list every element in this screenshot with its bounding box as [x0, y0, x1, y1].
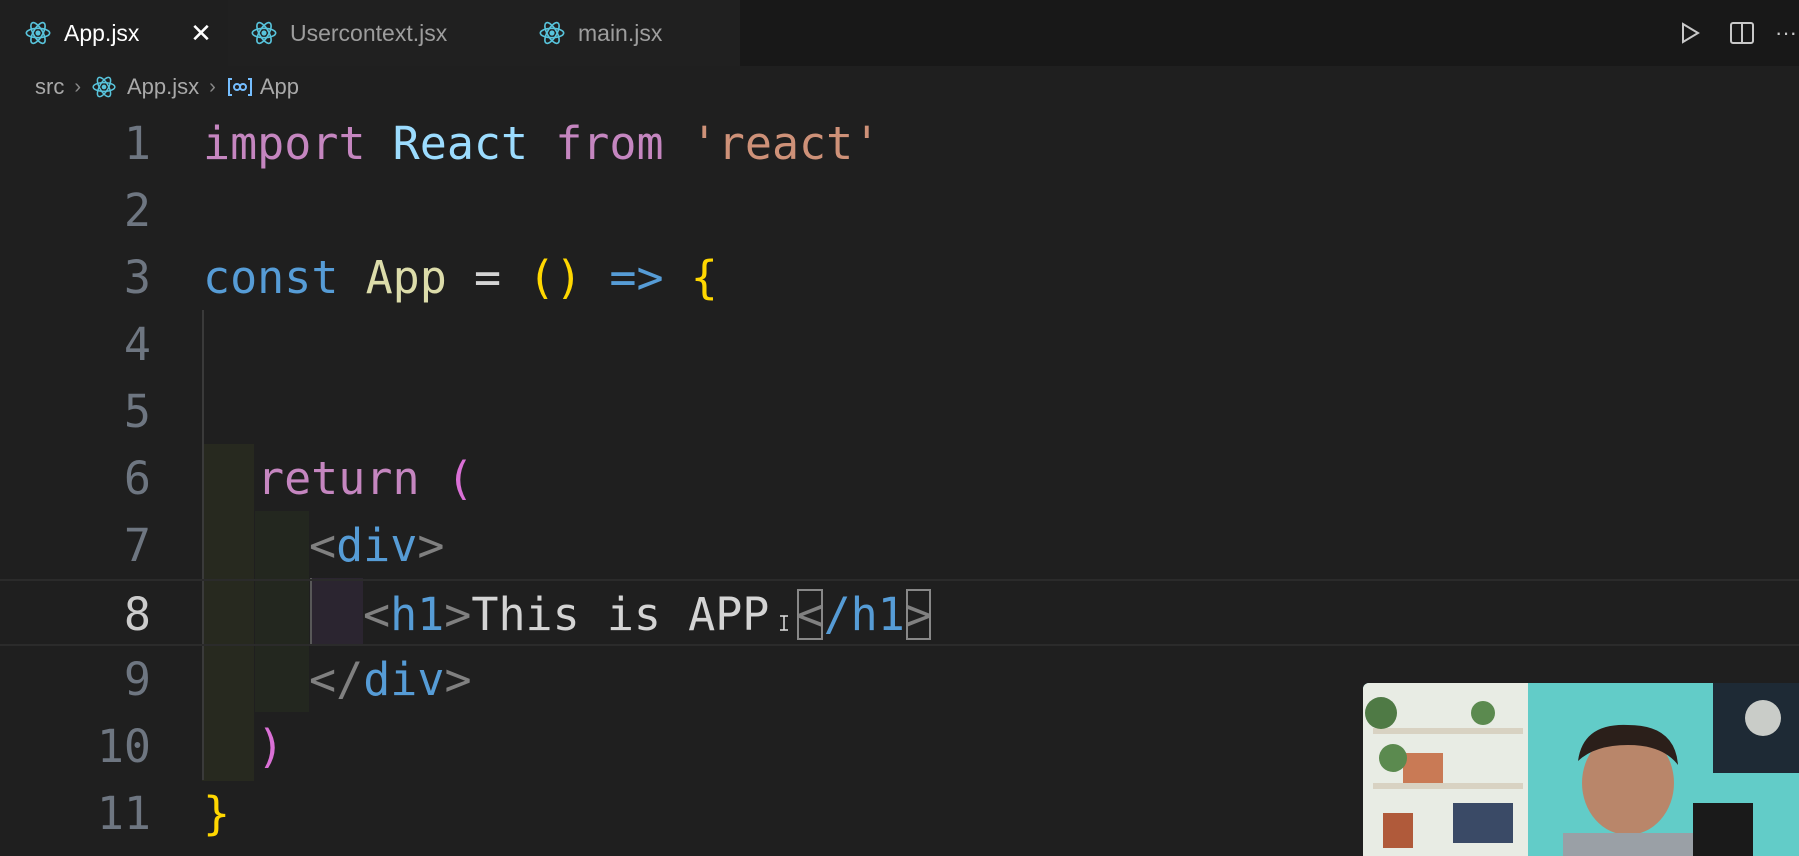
token-keyword: from — [555, 117, 664, 170]
code-content: <h1>This is APP </h1> — [363, 581, 932, 648]
code-content: ) — [257, 713, 284, 780]
code-content: return ( — [257, 445, 474, 512]
token-tag-name: div — [363, 653, 445, 706]
token-bracket: () — [528, 251, 583, 304]
token-identifier: React — [392, 117, 529, 170]
token-operator: = — [473, 251, 502, 304]
breadcrumb-file[interactable]: App.jsx — [127, 74, 199, 100]
code-line: 5 — [0, 378, 1799, 445]
token-tag-name: h1 — [390, 588, 445, 641]
tab-label: Usercontext.jsx — [290, 19, 448, 46]
react-icon — [251, 21, 277, 45]
line-number: 5 — [123, 385, 151, 438]
line-number: 3 — [123, 251, 151, 304]
code-line-current: 8 <h1>This is APP </h1> — [0, 579, 1799, 646]
code-content: const App = () => { — [203, 244, 718, 311]
token-tag-bracket-match: > — [904, 588, 932, 641]
token-tag-bracket: > — [417, 519, 445, 572]
chevron-right-icon: › — [209, 75, 216, 98]
code-content: } — [203, 780, 230, 847]
code-line: 3 const App = () => { — [0, 244, 1799, 311]
tab-label: main.jsx — [578, 19, 663, 46]
code-line: 7 <div> — [0, 512, 1799, 579]
code-content: import React from 'react' — [203, 110, 880, 177]
text-cursor-icon — [780, 615, 788, 631]
token-tag-bracket-match: < — [796, 588, 824, 641]
code-content: <div> — [309, 512, 444, 579]
token-bracket: { — [690, 251, 718, 304]
breadcrumb: src › App.jsx › App — [35, 70, 299, 104]
token-keyword: import — [203, 117, 366, 170]
chevron-right-icon: › — [74, 75, 81, 98]
token-tag-bracket: > — [444, 588, 472, 641]
react-icon — [25, 21, 51, 45]
symbol-variable-icon — [227, 78, 252, 96]
tab-app-jsx[interactable]: App.jsx ✕ — [0, 0, 228, 66]
line-number: 9 — [123, 653, 151, 706]
line-number: 4 — [123, 318, 151, 371]
code-line: 1 import React from 'react' — [0, 110, 1799, 177]
token-tag-name: div — [336, 519, 418, 572]
token-keyword: const — [203, 251, 339, 304]
webcam-overlay — [1363, 683, 1799, 856]
line-number: 2 — [123, 184, 151, 237]
token-function: App — [365, 251, 447, 304]
react-icon — [539, 21, 565, 45]
line-number: 11 — [96, 787, 151, 840]
run-icon[interactable] — [1671, 14, 1709, 52]
token-bracket: } — [203, 787, 231, 840]
token-tag-bracket: < — [309, 519, 337, 572]
tab-label: App.jsx — [64, 19, 140, 46]
react-icon — [92, 76, 116, 98]
code-line: 6 return ( — [0, 445, 1799, 512]
line-number: 8 — [123, 588, 151, 641]
split-editor-icon[interactable] — [1723, 14, 1761, 52]
token-keyword: return — [257, 452, 420, 505]
breadcrumb-folder[interactable]: src — [35, 74, 64, 100]
close-icon[interactable]: ✕ — [188, 20, 214, 46]
tab-bar: App.jsx ✕ Usercontext.jsx main.jsx ··· — [0, 0, 1799, 66]
tab-main-jsx[interactable]: main.jsx — [518, 0, 740, 66]
line-number: 10 — [96, 720, 151, 773]
token-bracket: ( — [446, 452, 474, 505]
webcam-feed-image — [1363, 683, 1799, 856]
token-tag-bracket: < — [363, 588, 391, 641]
breadcrumb-symbol[interactable]: App — [260, 74, 299, 100]
line-number: 6 — [123, 452, 151, 505]
code-content: </div> — [309, 646, 472, 713]
code-line: 2 — [0, 177, 1799, 244]
line-number: 7 — [123, 519, 151, 572]
token-bracket: ) — [257, 720, 285, 773]
token-string: 'react' — [690, 117, 881, 170]
code-line: 4 — [0, 311, 1799, 378]
editor-actions: ··· — [1657, 14, 1799, 52]
token-tag-bracket: </ — [309, 653, 364, 706]
more-icon[interactable]: ··· — [1775, 14, 1799, 52]
line-number: 1 — [123, 117, 151, 170]
token-tag-bracket: > — [444, 653, 472, 706]
token-arrow: => — [609, 251, 664, 304]
tab-usercontext-jsx[interactable]: Usercontext.jsx — [228, 0, 518, 66]
token-tag-name: /h1 — [823, 588, 905, 641]
token-jsx-text: This is APP — [471, 588, 770, 641]
